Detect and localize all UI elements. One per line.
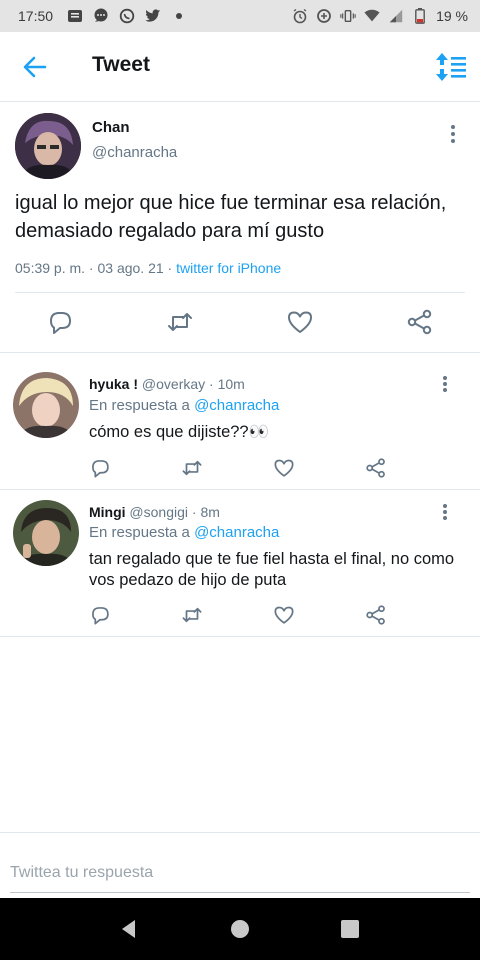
avatar[interactable]	[13, 500, 79, 566]
reply-author-name[interactable]: hyuka !	[89, 376, 138, 392]
whatsapp-icon	[119, 8, 135, 24]
divider	[15, 292, 465, 293]
reply-icon[interactable]	[89, 604, 111, 626]
system-nav-bar	[0, 898, 480, 960]
nav-recents-icon[interactable]	[339, 918, 361, 940]
share-icon[interactable]	[365, 604, 387, 626]
in-reply-label: En respuesta a	[89, 397, 195, 414]
signal-icon	[388, 8, 404, 24]
tweet-actions	[0, 308, 480, 338]
tweet-text: igual lo mejor que hice fue terminar esa…	[15, 192, 447, 242]
tweet-timestamp: 05:39 p. m. · 03 ago. 21 ·	[15, 260, 177, 276]
back-arrow-icon[interactable]	[22, 54, 48, 80]
reply-text: tan regalado que te fue fiel hasta el fi…	[89, 550, 455, 589]
chat-icon	[93, 8, 109, 24]
status-bar: 17:50 19 %	[0, 0, 480, 32]
in-reply-mention[interactable]: @chanracha	[194, 524, 279, 541]
tweet-source-link[interactable]: twitter for iPhone	[176, 260, 281, 276]
share-icon[interactable]	[365, 457, 387, 479]
like-heart-icon[interactable]	[286, 308, 314, 336]
more-options-icon[interactable]	[441, 376, 449, 392]
wifi-icon	[364, 8, 380, 24]
nav-back-icon[interactable]	[118, 918, 140, 940]
in-reply-label: En respuesta a	[89, 524, 195, 541]
reply-header: Mingi @songigi · 8m	[89, 504, 220, 520]
author-name[interactable]: Chan	[92, 119, 130, 136]
more-options-icon[interactable]	[449, 125, 457, 143]
data-saver-icon	[316, 8, 332, 24]
reply-handle-time: @songigi · 8m	[125, 504, 220, 520]
reply-header: hyuka ! @overkay · 10m	[89, 376, 245, 392]
in-reply-mention[interactable]: @chanracha	[194, 397, 279, 414]
reply-text: cómo es que dijiste??👀	[89, 423, 270, 441]
author-handle[interactable]: @chanracha	[92, 144, 177, 161]
avatar[interactable]	[15, 113, 81, 179]
battery-percent: 19 %	[436, 8, 468, 24]
share-icon[interactable]	[406, 308, 434, 336]
reply-author-name[interactable]: Mingi	[89, 504, 126, 520]
reply-tweet[interactable]: Mingi @songigi · 8m En respuesta a @chan…	[0, 490, 480, 637]
retweet-icon[interactable]	[166, 308, 194, 336]
reply-composer	[0, 832, 480, 898]
alarm-icon	[292, 8, 308, 24]
like-heart-icon[interactable]	[273, 457, 295, 479]
message-icon	[67, 8, 83, 24]
more-options-icon[interactable]	[441, 504, 449, 520]
app-bar: Tweet	[0, 32, 480, 102]
retweet-icon[interactable]	[181, 457, 203, 479]
avatar[interactable]	[13, 372, 79, 438]
reply-icon[interactable]	[89, 457, 111, 479]
main-tweet: Chan @chanracha igual lo mejor que hice …	[0, 103, 480, 353]
tweet-meta: 05:39 p. m. · 03 ago. 21 · twitter for i…	[15, 260, 281, 276]
reply-tweet[interactable]: hyuka ! @overkay · 10m En respuesta a @c…	[0, 354, 480, 490]
dot-icon	[171, 8, 187, 24]
like-heart-icon[interactable]	[273, 604, 295, 626]
reply-input[interactable]	[10, 853, 470, 893]
in-reply-to: En respuesta a @chanracha	[89, 524, 279, 541]
twitter-icon	[145, 8, 161, 24]
sort-replies-icon[interactable]	[434, 52, 468, 82]
reply-icon[interactable]	[46, 308, 74, 336]
battery-icon	[412, 8, 428, 24]
status-time: 17:50	[18, 8, 54, 24]
nav-home-icon[interactable]	[229, 918, 251, 940]
in-reply-to: En respuesta a @chanracha	[89, 397, 279, 414]
retweet-icon[interactable]	[181, 604, 203, 626]
vibrate-icon	[340, 8, 356, 24]
page-title: Tweet	[92, 53, 150, 76]
reply-handle-time: @overkay · 10m	[138, 376, 245, 392]
